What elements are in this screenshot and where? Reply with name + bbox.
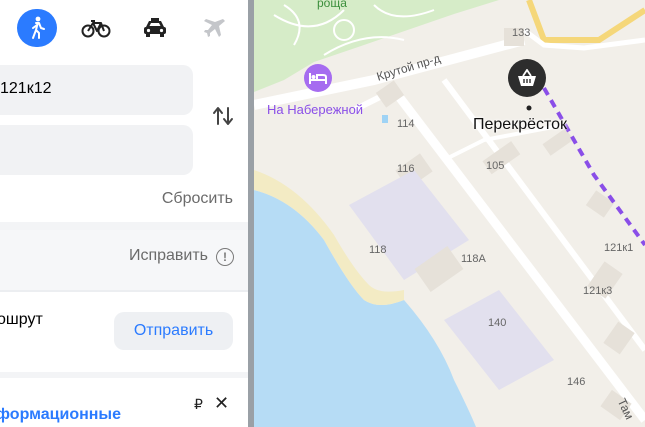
fix-button[interactable]: Исправить [129, 247, 208, 265]
swap-arrows-icon [213, 107, 233, 125]
taxi-icon [144, 18, 166, 37]
section-divider [0, 222, 248, 230]
info-banner-link[interactable]: формационные [0, 406, 121, 424]
route-from-field[interactable]: 121к12 [0, 65, 193, 115]
house-number: 116 [397, 163, 415, 175]
shop-marker[interactable] [508, 59, 546, 97]
house-number: 146 [567, 376, 586, 388]
map-view[interactable]: роща Крутой пр-д На Набережной Перекрёст… [254, 0, 645, 427]
house-number: 114 [397, 118, 415, 130]
house-number: 118 [369, 244, 387, 256]
mode-taxi-button[interactable] [135, 9, 175, 47]
section-divider [0, 372, 248, 378]
mode-plane-button[interactable] [195, 9, 235, 47]
hotel-label[interactable]: На Набережной [267, 102, 363, 117]
house-number: 121к1 [604, 242, 634, 254]
reset-button[interactable]: Сбросить [162, 190, 233, 208]
info-icon[interactable]: ! [216, 248, 234, 266]
airplane-icon [204, 19, 225, 37]
mode-bike-button[interactable] [76, 9, 116, 47]
ruble-symbol: ₽ [194, 396, 203, 412]
send-button[interactable]: Отправить [114, 312, 233, 350]
bed-icon [309, 73, 327, 84]
swap-button[interactable] [210, 104, 236, 128]
house-number: 140 [488, 317, 507, 329]
route-from-value: 121к12 [0, 80, 52, 97]
shop-label[interactable]: Перекрёсток [473, 116, 567, 134]
close-icon[interactable]: ✕ [214, 393, 229, 414]
house-number: 118А [461, 253, 486, 265]
mode-walking-button[interactable] [17, 9, 57, 47]
house-number: 121к3 [583, 285, 613, 297]
section-divider [0, 290, 248, 292]
house-number: 133 [512, 27, 531, 39]
send-route-text: ошрут [0, 311, 43, 328]
hotel-marker[interactable] [304, 64, 332, 92]
route-panel: 121к12 Сбросить Исправить ! ошрут Отправ… [0, 0, 248, 427]
basket-icon [518, 69, 536, 86]
fix-row[interactable] [0, 230, 248, 290]
route-to-field[interactable] [0, 125, 193, 175]
bicycle-icon [81, 20, 111, 38]
walking-person-icon [32, 16, 45, 39]
grove-label: роща [317, 0, 347, 10]
house-number: 105 [486, 160, 505, 172]
